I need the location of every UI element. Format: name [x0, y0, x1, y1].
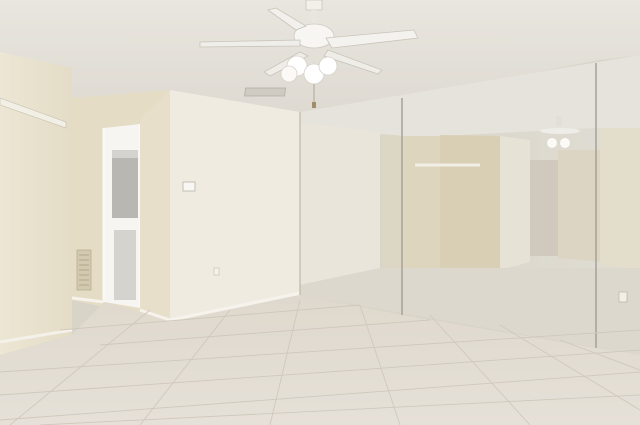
door-interior	[112, 150, 138, 218]
left-wall	[0, 52, 72, 355]
room-scene	[0, 0, 640, 425]
room-photo	[0, 0, 640, 425]
front-wall	[170, 90, 300, 322]
thermostat	[182, 181, 196, 192]
side-wall-column	[140, 90, 170, 322]
ceiling-vent	[244, 87, 287, 97]
